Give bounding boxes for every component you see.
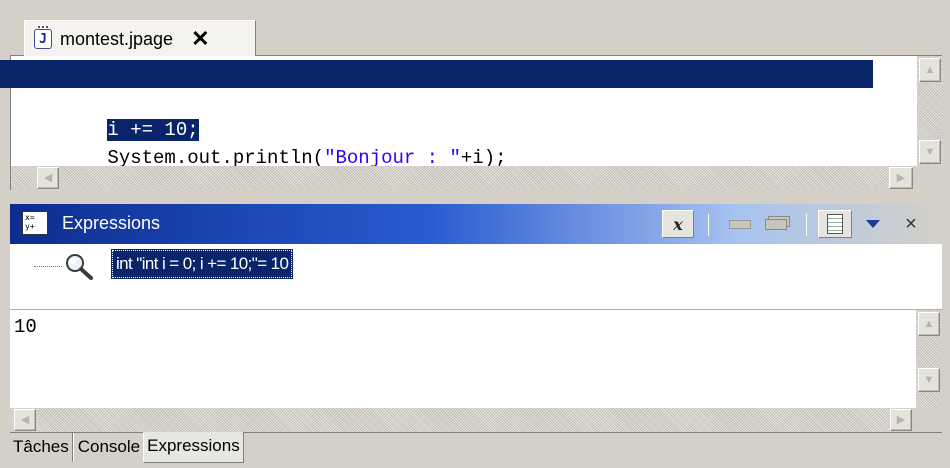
expressions-tree[interactable]: int "int i = 0; i += 10;"= 10 — [10, 244, 942, 310]
view-menu-dropdown-icon[interactable] — [862, 210, 884, 238]
java-file-icon: J — [34, 26, 52, 49]
code-lines[interactable]: int i = 0; i += 10; System.out.println("… — [39, 60, 507, 169]
remove-expression-button[interactable] — [726, 210, 754, 238]
toolbar-separator — [708, 214, 709, 236]
tree-connector — [34, 266, 62, 267]
inspect-icon: x — [673, 214, 683, 234]
remove-all-expressions-button[interactable] — [762, 210, 790, 238]
toolbar-separator — [806, 214, 807, 236]
toggle-detail-pane-button[interactable] — [818, 210, 852, 238]
view-title: Expressions — [62, 213, 161, 233]
expression-value-pane[interactable]: 10 ▲ ▼ ◀ ▶ — [10, 310, 942, 432]
tab-expressions[interactable]: Expressions — [143, 432, 244, 463]
magnifier-icon — [66, 254, 93, 280]
tab-console[interactable]: Console — [75, 433, 143, 462]
editor-tab-strip: J montest.jpage ✕ — [10, 10, 942, 57]
close-view-button[interactable]: × — [896, 210, 926, 238]
expression-value-text: 10 — [14, 316, 37, 338]
scroll-right-button[interactable]: ▶ — [889, 167, 913, 189]
scroll-left-button[interactable]: ◀ — [37, 167, 59, 189]
editor-tab-label: montest.jpage — [60, 28, 174, 49]
tab-taches[interactable]: Tâches — [10, 433, 73, 462]
expression-item[interactable]: int "int i = 0; i += 10;"= 10 — [110, 249, 294, 279]
scroll-up-button[interactable]: ▲ — [919, 58, 941, 82]
scrollbar-corner — [917, 166, 943, 190]
code-line-3[interactable]: System.out.println("Bonjour : "+i); — [39, 116, 506, 169]
expressions-view-icon: x= y+ — [22, 211, 48, 235]
expressions-view-titlebar: x= y+ Expressions x × — [10, 204, 942, 244]
scroll-right-button[interactable]: ▶ — [890, 409, 912, 431]
editor-vertical-scrollbar[interactable]: ▲ ▼ — [917, 56, 943, 166]
close-tab-icon[interactable]: ✕ — [191, 28, 209, 50]
scrollbar-corner — [916, 408, 942, 432]
inspect-expression-button[interactable]: x — [662, 210, 694, 238]
scroll-down-button[interactable]: ▼ — [919, 140, 941, 164]
code-editor[interactable]: int i = 0; i += 10; System.out.println("… — [0, 56, 943, 190]
editor-horizontal-scrollbar[interactable]: ◀ ▶ — [11, 166, 917, 190]
code-line-2[interactable]: i += 10; — [39, 88, 507, 141]
scroll-down-button[interactable]: ▼ — [918, 368, 940, 392]
code-line-1[interactable]: int i = 0; — [39, 60, 507, 113]
bottom-tab-strip: Tâches Console Expressions — [10, 432, 942, 463]
detail-pane-icon — [827, 214, 843, 234]
scroll-left-button[interactable]: ◀ — [14, 409, 36, 431]
scroll-up-button[interactable]: ▲ — [918, 312, 940, 336]
editor-tab-montest[interactable]: J montest.jpage ✕ — [24, 20, 256, 57]
value-vertical-scrollbar[interactable]: ▲ ▼ — [916, 310, 942, 408]
value-horizontal-scrollbar[interactable]: ◀ ▶ — [10, 408, 916, 432]
